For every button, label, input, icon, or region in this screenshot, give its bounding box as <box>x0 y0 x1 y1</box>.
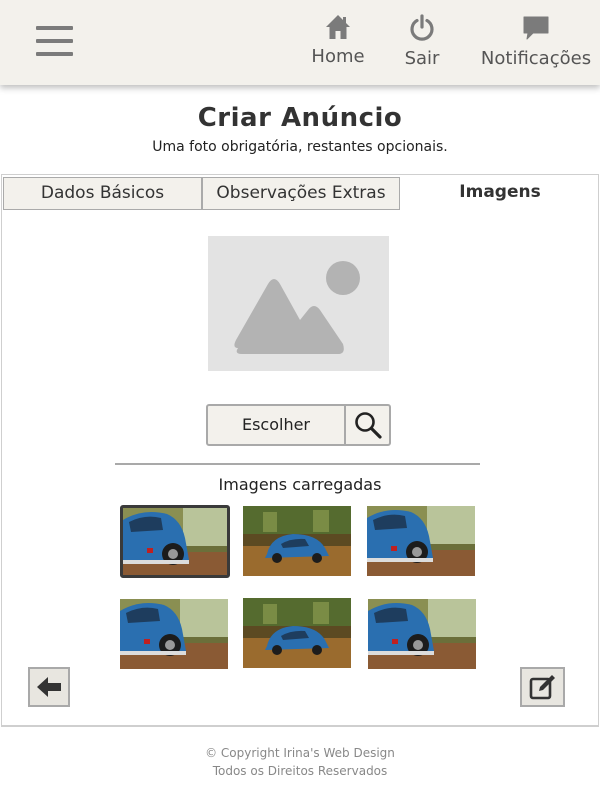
uploaded-image-thumbnail[interactable] <box>243 506 351 576</box>
uploaded-image-thumbnail[interactable] <box>367 506 475 576</box>
rights-text: Todos os Direitos Reservados <box>212 764 388 778</box>
arrow-left-icon <box>37 677 61 697</box>
nav-home[interactable]: Home <box>306 14 370 74</box>
search-button[interactable] <box>344 406 389 444</box>
tab-images[interactable]: Imagens <box>402 177 598 210</box>
home-icon <box>326 15 350 39</box>
top-navbar: Home Sair Notificações <box>0 0 600 85</box>
copyright-text: © Copyright Irina's Web Design <box>205 746 395 760</box>
hamburger-menu-icon[interactable] <box>36 24 74 58</box>
section-divider <box>115 463 480 465</box>
back-button[interactable] <box>28 667 70 707</box>
tab-extra-notes[interactable]: Observações Extras <box>202 177 400 210</box>
page-subtitle: Uma foto obrigatória, restantes opcionai… <box>152 139 448 155</box>
tab-basic-data[interactable]: Dados Básicos <box>3 177 202 210</box>
uploaded-image-thumbnail[interactable] <box>120 599 228 669</box>
uploaded-image-thumbnail[interactable] <box>368 599 476 669</box>
uploaded-image-thumbnail[interactable] <box>243 598 351 668</box>
uploaded-images-label: Imagens carregadas <box>218 475 382 494</box>
page-title: Criar Anúncio <box>197 103 403 133</box>
nav-logout-label: Sair <box>404 48 440 69</box>
search-icon <box>354 412 382 439</box>
footer: © Copyright Irina's Web Design Todos os … <box>0 744 600 780</box>
power-icon <box>410 14 434 41</box>
choose-file-button[interactable]: Escolher <box>208 406 344 444</box>
ad-form-card: Dados Básicos Observações Extras Imagens… <box>1 174 599 727</box>
nav-home-label: Home <box>311 46 365 67</box>
file-chooser: Escolher <box>206 404 391 446</box>
edit-button[interactable] <box>520 667 565 707</box>
nav-notifications[interactable]: Notificações <box>478 14 594 74</box>
image-placeholder-icon <box>208 236 389 371</box>
uploaded-image-thumbnail[interactable] <box>120 505 230 578</box>
edit-icon <box>529 675 555 700</box>
nav-notifications-label: Notificações <box>480 48 592 69</box>
nav-logout[interactable]: Sair <box>398 14 446 74</box>
chat-bubble-icon <box>523 16 549 40</box>
